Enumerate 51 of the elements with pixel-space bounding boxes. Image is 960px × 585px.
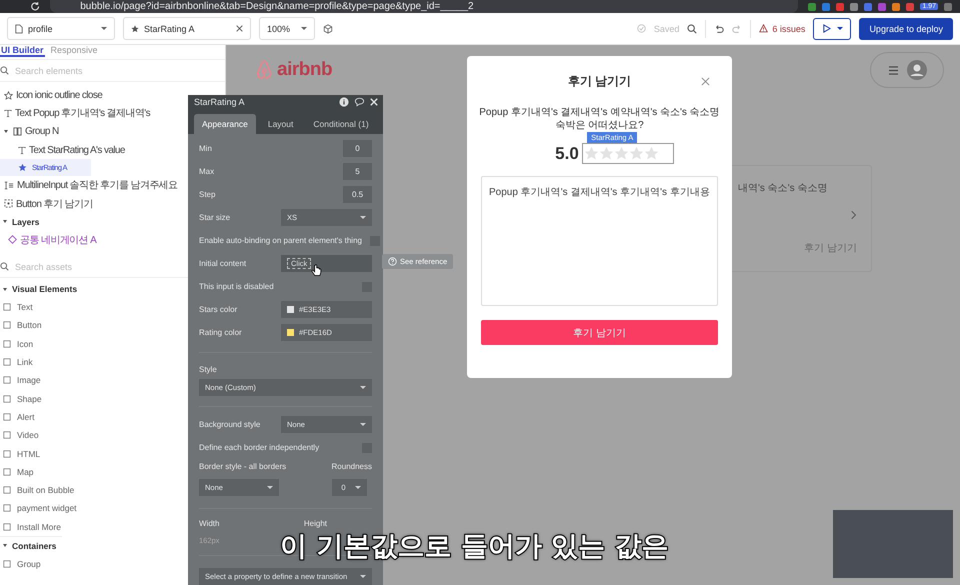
panel-tab[interactable]: UI Builder <box>0 45 45 57</box>
layer-item[interactable]: 공통 네비게이션 A <box>0 230 102 250</box>
editor-title: StarRating A <box>194 97 246 107</box>
number-input[interactable]: 5 <box>343 163 372 180</box>
property-label: Enable auto-binding on parent element's thing <box>199 236 362 245</box>
layers-header[interactable]: Layers <box>0 212 46 231</box>
property-label: Min <box>199 144 212 153</box>
property-label: Stars color <box>199 305 238 314</box>
property-label: Rating color <box>199 328 242 337</box>
zoom-dropdown[interactable]: 100% <box>259 17 315 40</box>
asset-item[interactable]: payment widget <box>0 499 225 518</box>
property-label: Step <box>199 190 216 199</box>
property-label: This input is disabled <box>199 282 274 291</box>
logo-text: airbnb <box>277 59 332 81</box>
element-tree-item[interactable]: MultilineInput 솔직한 후기를 남겨주세요 <box>0 176 184 194</box>
property-label: Initial content <box>199 259 246 268</box>
element-tree-item[interactable]: Button 후기 남기기 <box>0 194 99 213</box>
element-tree-item[interactable]: Text StarRating A's value <box>0 140 131 160</box>
listing-title: 내역's 숙소's 숙소명 <box>738 182 828 196</box>
asset-group-header[interactable]: Visual Elements <box>0 280 84 298</box>
submit-button[interactable]: 후기 남기기 <box>481 320 718 345</box>
popup-title: 후기 남기기 <box>568 72 632 90</box>
search-field[interactable]: Search elements <box>13 64 225 76</box>
property-label: Background style <box>199 420 260 429</box>
element-tree-item[interactable]: Text Popup 후기내역's 결제내역's <box>0 104 156 123</box>
editor-tab[interactable]: Conditional (1) <box>305 114 377 134</box>
element-dropdown[interactable]: StarRating A <box>123 17 251 40</box>
rating-value: 5.0 <box>555 144 579 164</box>
asset-group-header[interactable]: Containers <box>0 536 62 555</box>
property-label: Height <box>304 519 327 528</box>
property-label: Border style - all borders <box>199 462 286 471</box>
rating-question: Popup 후기내역's 결제내역's 예약내역's 숙소's 숙소명 숙박은 어떠셨나요? <box>478 106 721 132</box>
address-bar[interactable]: bubble.io/page?id=airbnbonline&tab=Design&name=profile&type=page&type_id=_____2 <box>50 0 798 13</box>
issues-button[interactable]: 6 issues <box>759 24 806 34</box>
number-input[interactable]: 0.5 <box>343 186 372 203</box>
element-tree-item[interactable]: Icon ionic outline close <box>0 86 108 104</box>
property-label: Roundness <box>332 462 372 471</box>
video-subtitle: 이 기본값으로 들어가 있는 값은 <box>280 530 669 564</box>
property-label: Max <box>199 167 214 176</box>
property-label: Width <box>199 519 220 528</box>
element-tree-item[interactable]: Group N <box>0 122 65 141</box>
property-label: Star size <box>199 213 230 222</box>
saved-status: Saved <box>654 24 680 34</box>
property-label: Style <box>199 365 218 374</box>
upgrade-button[interactable]: Upgrade to deploy <box>859 18 953 40</box>
page-dropdown[interactable]: profile <box>7 17 115 40</box>
review-textarea[interactable]: Popup 후기내역's 결제내역's 후기내역's 후기내용 <box>481 176 718 306</box>
number-input[interactable]: 0 <box>343 140 372 157</box>
editor-tab[interactable]: Layout <box>260 114 302 134</box>
property-label: Define each border independently <box>199 443 320 452</box>
editor-tab[interactable]: Appearance <box>194 114 256 134</box>
